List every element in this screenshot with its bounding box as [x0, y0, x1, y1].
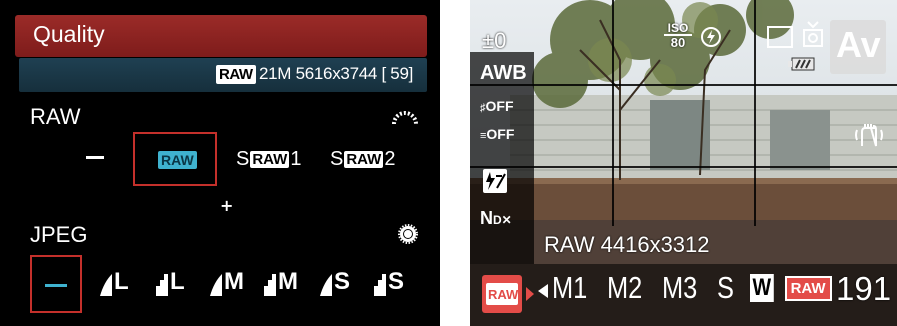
grid-line	[612, 0, 614, 226]
raw-badge: RAW	[216, 65, 256, 84]
normal-quality-icon	[374, 274, 386, 296]
shots-remaining: 191	[836, 270, 892, 307]
menu-title: Quality	[33, 21, 105, 47]
raw-option-raw[interactable]: RAW	[133, 132, 217, 186]
grid-line	[470, 166, 897, 168]
grid-line	[470, 84, 897, 86]
raw-badge: RAW	[158, 151, 197, 169]
sraw2-badge: RAW	[344, 151, 384, 168]
menu-title-bar: Quality	[15, 15, 427, 57]
jpeg-option-large-normal[interactable]: L	[156, 268, 185, 296]
iso-value: 80	[670, 35, 686, 50]
jpeg-option-small-normal[interactable]: S	[374, 268, 404, 296]
mode-label: Av	[836, 24, 881, 65]
my-colors-value: OFF	[485, 98, 514, 114]
my-colors-off[interactable]: ♯OFF	[480, 98, 514, 114]
jpeg-option-small-fine[interactable]: S	[320, 268, 350, 296]
jpeg-section-label: JPEG	[30, 222, 88, 247]
none-dash	[45, 284, 67, 287]
jpeg-option-medium-fine[interactable]: M	[210, 268, 244, 296]
quick-control-dial-icon	[398, 224, 418, 244]
resolution-raw-selected[interactable]: RAW	[784, 275, 832, 301]
raw-option-sraw1[interactable]: S RAW 1	[236, 148, 301, 171]
image-stabilizer-icon	[855, 124, 883, 147]
resolution-widescreen[interactable]: W	[749, 274, 774, 302]
raw-button-label: RAW	[488, 287, 519, 302]
jpeg-size-label: M	[278, 268, 298, 295]
live-view-panel: ±0 ISO 80 Av AWB ♯OFF ≡OFF ND✕ RAW 4416x…	[470, 0, 897, 326]
iso-label: ISO	[664, 22, 692, 36]
jpeg-option-medium-normal[interactable]: M	[264, 268, 298, 296]
image-size-readout: RAW 4416x3312	[544, 232, 710, 257]
sraw1-prefix: S	[236, 148, 250, 170]
flash-exposure-comp-icon[interactable]	[482, 168, 508, 194]
bracketing-value: OFF	[486, 126, 515, 142]
nd-filter-label: N	[480, 208, 493, 228]
exposure-compensation: ±0	[482, 28, 507, 53]
sraw1-badge: RAW	[250, 151, 290, 168]
nd-filter[interactable]: ND✕	[480, 208, 512, 229]
sraw1-suffix: 1	[290, 148, 302, 170]
sraw2-suffix: 2	[384, 148, 396, 170]
jpeg-option-none[interactable]	[30, 255, 82, 313]
jpeg-options-row: L L M M S S	[0, 255, 440, 315]
bracketing-off[interactable]: ≡OFF	[480, 126, 514, 142]
raw-section-label: RAW	[30, 104, 81, 129]
jpeg-option-large-fine[interactable]: L	[100, 268, 129, 296]
resolution-s[interactable]: S	[717, 270, 734, 306]
jpeg-size-label: S	[388, 268, 405, 295]
iso-indicator: ISO 80	[664, 22, 692, 52]
grid-line	[754, 0, 756, 226]
resolution-m3[interactable]: M3	[662, 270, 697, 306]
normal-quality-icon	[156, 274, 168, 296]
battery-icon	[788, 57, 815, 71]
shooting-mode-av: Av	[830, 20, 886, 74]
normal-quality-icon	[264, 274, 276, 296]
plus-sign: +	[220, 196, 234, 215]
nd-filter-off-icon: D✕	[493, 213, 512, 227]
resolution-m1[interactable]: M1	[552, 270, 587, 306]
quality-menu-panel: Quality RAW 21M 5616x3744 [ 59] RAW RAW …	[0, 0, 440, 326]
metering-icon	[767, 26, 793, 48]
resolution-options: M1 M2 M3 S W RAW	[552, 270, 832, 306]
fine-quality-icon	[210, 274, 222, 296]
main-dial-icon	[392, 111, 418, 125]
sraw2-prefix: S	[330, 148, 344, 170]
jpeg-size-label: L	[114, 268, 129, 295]
left-arrow-icon[interactable]	[538, 284, 548, 298]
flash-off-icon	[701, 27, 721, 47]
fine-quality-icon	[320, 274, 332, 296]
camera-mode-icon	[803, 21, 823, 47]
jpeg-size-label: L	[170, 268, 185, 295]
raw-option-sraw2[interactable]: S RAW 2	[330, 148, 395, 171]
raw-quality-button[interactable]: RAW	[482, 273, 534, 315]
jpeg-size-label: M	[224, 268, 244, 295]
jpeg-size-label: S	[334, 268, 351, 295]
quality-info-bar: RAW 21M 5616x3744 [ 59]	[19, 58, 427, 92]
resolution-m2[interactable]: M2	[607, 270, 642, 306]
raw-options-row: RAW S RAW 1 S RAW 2	[0, 130, 440, 190]
white-balance-awb[interactable]: AWB	[480, 62, 527, 85]
fine-quality-icon	[100, 274, 112, 296]
image-size-info: 21M 5616x3744 [ 59]	[259, 64, 414, 83]
raw-option-none[interactable]	[86, 156, 104, 159]
